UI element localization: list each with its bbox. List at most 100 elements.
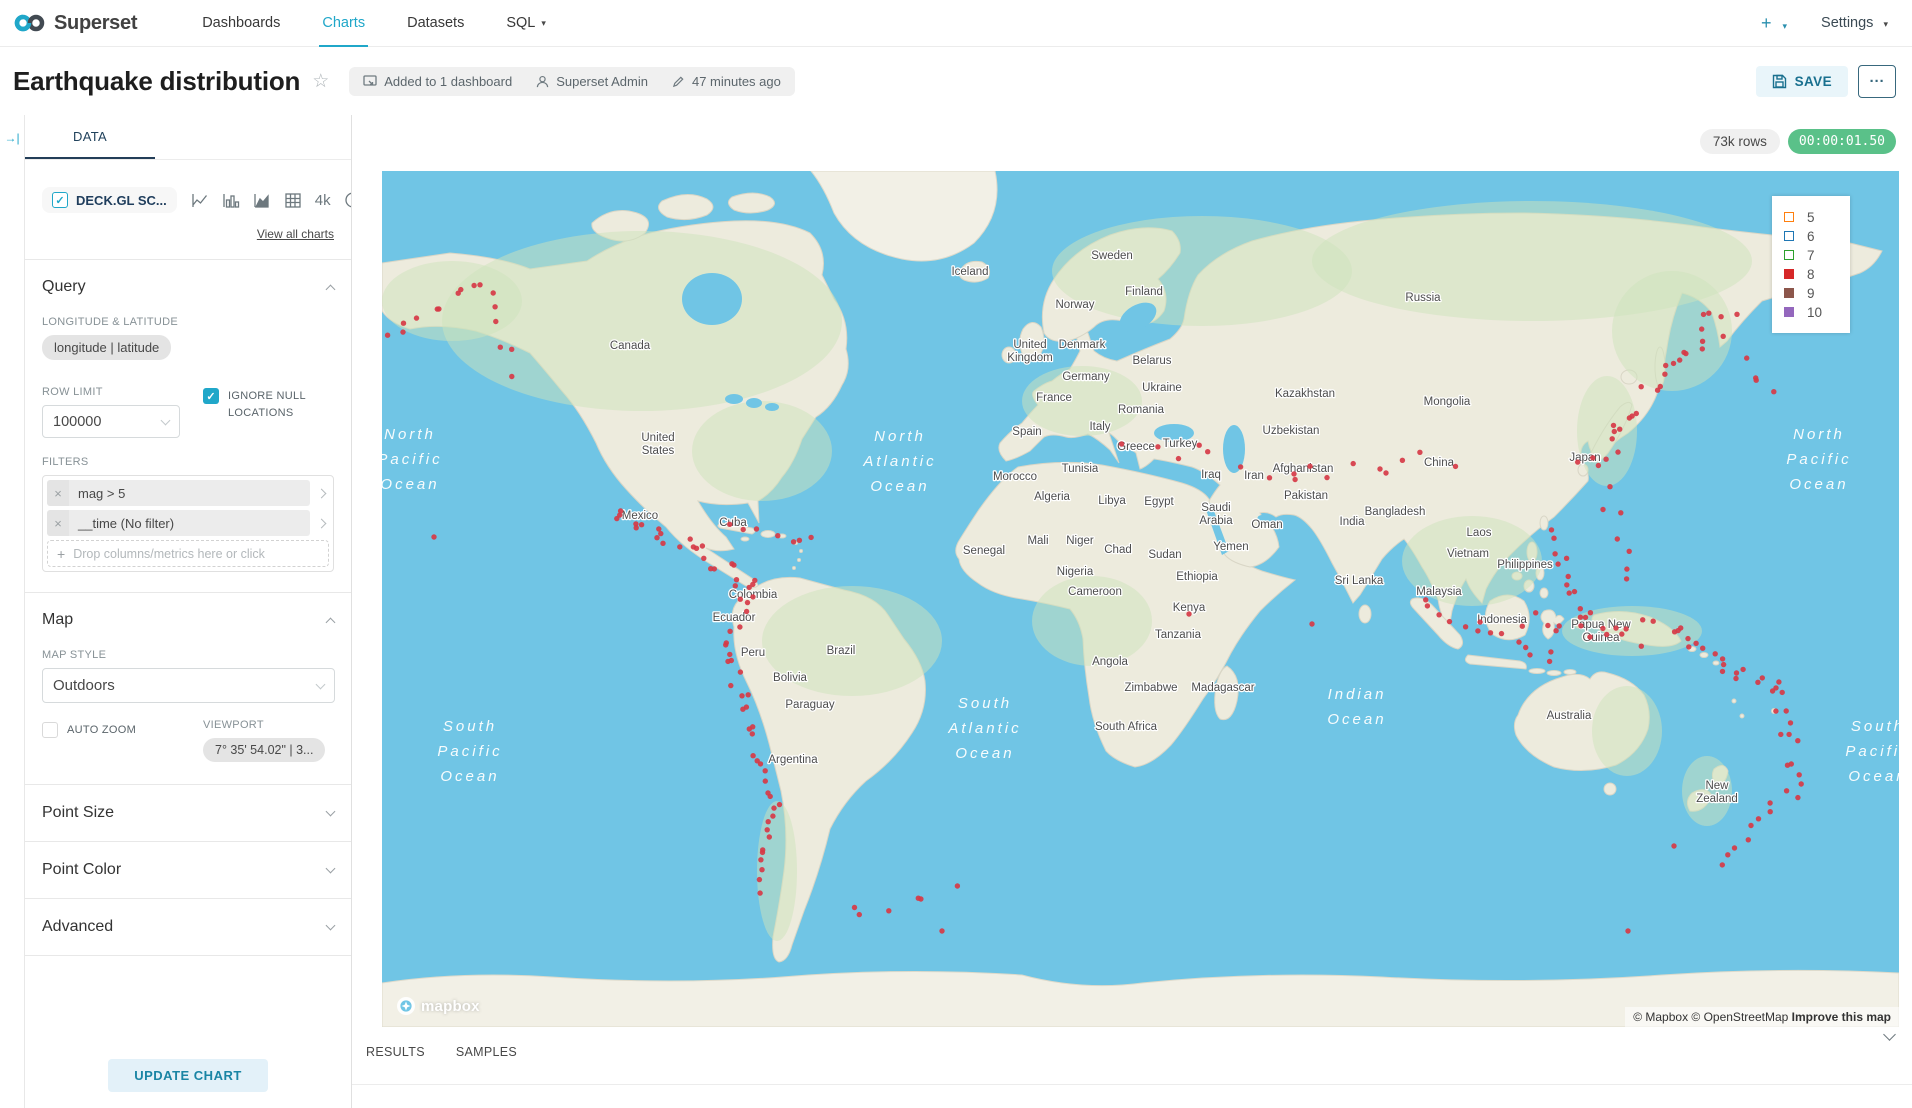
panel-tabbar: DATA bbox=[25, 115, 351, 160]
svg-text:Germany: Germany bbox=[1062, 371, 1110, 383]
nav-item-dashboards[interactable]: Dashboards bbox=[181, 0, 301, 47]
svg-text:Finland: Finland bbox=[1125, 286, 1163, 298]
svg-text:Egypt: Egypt bbox=[1144, 496, 1174, 508]
svg-text:Mongolia: Mongolia bbox=[1424, 396, 1471, 408]
lon-lat-label: LONGITUDE & LATITUDE bbox=[42, 316, 334, 328]
view-all-charts-link[interactable]: View all charts bbox=[257, 227, 334, 241]
legend-label: 5 bbox=[1807, 210, 1815, 225]
last-modified[interactable]: 47 minutes ago bbox=[672, 74, 781, 89]
mapbox-logo[interactable]: mapbox bbox=[396, 996, 480, 1016]
svg-text:Canada: Canada bbox=[610, 340, 651, 352]
svg-text:Tunisia: Tunisia bbox=[1062, 463, 1099, 475]
tab-samples[interactable]: SAMPLES bbox=[456, 1045, 517, 1084]
svg-text:Libya: Libya bbox=[1098, 495, 1126, 507]
svg-text:South Africa: South Africa bbox=[1095, 721, 1158, 733]
chevron-down-icon: ▾ bbox=[1883, 19, 1888, 29]
expand-panel-icon[interactable]: →| bbox=[4, 131, 19, 145]
filter-chip[interactable]: ×mag > 5 bbox=[47, 480, 329, 506]
svg-text:Philippines: Philippines bbox=[1497, 559, 1553, 571]
svg-text:Russia: Russia bbox=[1405, 292, 1441, 304]
legend-label: 8 bbox=[1807, 267, 1815, 282]
viz-4k-icon[interactable]: 4k bbox=[315, 192, 331, 209]
svg-text:Kazakhstan: Kazakhstan bbox=[1275, 388, 1335, 400]
collapse-query-icon[interactable] bbox=[326, 284, 336, 294]
pie-chart-icon[interactable] bbox=[344, 191, 351, 209]
section-advanced[interactable]: Advanced bbox=[42, 899, 334, 955]
auto-zoom-checkbox[interactable] bbox=[42, 722, 58, 738]
magnitude-legend: 5678910 bbox=[1772, 196, 1850, 333]
page-title: Earthquake distribution bbox=[13, 66, 300, 97]
datasource-rail: →| bbox=[0, 115, 25, 1108]
svg-text:SouthAtlanticOcean: SouthAtlanticOcean bbox=[947, 695, 1021, 762]
nav-item-charts[interactable]: Charts bbox=[301, 0, 386, 47]
section-title: Point Size bbox=[42, 804, 114, 822]
svg-text:Ukraine: Ukraine bbox=[1142, 382, 1182, 394]
svg-text:Spain: Spain bbox=[1012, 426, 1041, 438]
svg-text:Belarus: Belarus bbox=[1133, 355, 1172, 367]
chevron-down-icon bbox=[161, 415, 171, 425]
chevron-right-icon bbox=[317, 518, 327, 528]
viewport-value-chip[interactable]: 7° 35' 54.02" | 3... bbox=[203, 738, 325, 762]
svg-text:Yemen: Yemen bbox=[1213, 541, 1248, 553]
remove-filter-icon[interactable]: × bbox=[47, 480, 69, 506]
ignore-null-checkbox[interactable]: ✓ bbox=[203, 388, 219, 404]
expand-results-icon[interactable] bbox=[1885, 1029, 1894, 1047]
map-style-select[interactable]: Outdoors bbox=[42, 668, 335, 703]
svg-text:Iraq: Iraq bbox=[1201, 469, 1221, 481]
remove-filter-icon[interactable]: × bbox=[47, 510, 69, 536]
plus-icon: + bbox=[57, 546, 65, 562]
filters-box: ×mag > 5×__time (No filter) + Drop colum… bbox=[42, 475, 334, 572]
superset-logo[interactable]: Superset bbox=[14, 12, 137, 35]
settings-menu[interactable]: Settings ▾ bbox=[1821, 15, 1888, 31]
svg-text:Peru: Peru bbox=[741, 647, 765, 659]
new-item-button[interactable]: + ▾ bbox=[1761, 13, 1787, 34]
section-title: Point Color bbox=[42, 861, 121, 879]
filter-chip[interactable]: ×__time (No filter) bbox=[47, 510, 329, 536]
tab-results[interactable]: RESULTS bbox=[366, 1045, 425, 1084]
chart-owner[interactable]: Superset Admin bbox=[536, 74, 648, 89]
bar-chart-icon[interactable] bbox=[222, 192, 240, 209]
chevron-down-icon: ▾ bbox=[1783, 21, 1788, 31]
svg-text:Australia: Australia bbox=[1547, 710, 1592, 722]
legend-label: 7 bbox=[1807, 248, 1815, 263]
filters-dropzone[interactable]: + Drop columns/metrics here or click bbox=[47, 540, 329, 567]
legend-item: 7 bbox=[1784, 248, 1838, 262]
svg-text:NorthPacificOcean: NorthPacificOcean bbox=[1786, 426, 1851, 493]
nav-item-datasets[interactable]: Datasets bbox=[386, 0, 485, 47]
viz-type-chip[interactable]: ✓ DECK.GL SC... bbox=[42, 187, 177, 213]
legend-swatch-icon bbox=[1784, 212, 1794, 222]
more-options-button[interactable]: ··· bbox=[1858, 65, 1896, 98]
control-panel: DATA ✓ DECK.GL SC... 4k View all charts bbox=[25, 115, 352, 1108]
save-button[interactable]: SAVE bbox=[1756, 66, 1848, 97]
section-point-color[interactable]: Point Color bbox=[42, 842, 334, 898]
collapse-map-icon[interactable] bbox=[326, 617, 336, 627]
chevron-down-icon bbox=[326, 864, 336, 874]
svg-text:Indonesia: Indonesia bbox=[1477, 614, 1527, 626]
area-chart-icon[interactable] bbox=[253, 192, 271, 209]
svg-text:Sweden: Sweden bbox=[1091, 250, 1133, 262]
nav-item-sql[interactable]: SQL▾ bbox=[485, 0, 567, 47]
dashboard-icon bbox=[363, 74, 377, 88]
svg-text:UnitedKingdom: UnitedKingdom bbox=[1007, 339, 1052, 364]
tab-data[interactable]: DATA bbox=[25, 115, 155, 159]
deckgl-map[interactable]: NorthPacificOcean NorthAtlanticOcean South… bbox=[382, 171, 1899, 1027]
line-chart-icon[interactable] bbox=[191, 192, 209, 209]
dashboard-count[interactable]: Added to 1 dashboard bbox=[363, 74, 512, 89]
section-point-size[interactable]: Point Size bbox=[42, 785, 334, 841]
top-navbar: Superset DashboardsChartsDatasetsSQL▾ + … bbox=[0, 0, 1912, 47]
update-chart-button[interactable]: UPDATE CHART bbox=[108, 1059, 268, 1092]
lon-lat-value-chip[interactable]: longitude | latitude bbox=[42, 335, 171, 360]
svg-text:Romania: Romania bbox=[1118, 404, 1165, 416]
svg-text:SaudiArabia: SaudiArabia bbox=[1199, 502, 1233, 527]
svg-text:India: India bbox=[1340, 516, 1366, 528]
save-icon bbox=[1772, 74, 1787, 89]
filter-label: __time (No filter) bbox=[69, 510, 310, 536]
svg-text:Ethiopia: Ethiopia bbox=[1176, 571, 1218, 583]
svg-text:Denmark: Denmark bbox=[1059, 339, 1106, 351]
table-chart-icon[interactable] bbox=[284, 192, 302, 209]
row-limit-select[interactable]: 100000 bbox=[42, 405, 180, 438]
improve-map-link[interactable]: Improve this map bbox=[1792, 1010, 1891, 1024]
svg-text:NorthAtlanticOcean: NorthAtlanticOcean bbox=[862, 428, 936, 495]
favorite-star-icon[interactable]: ☆ bbox=[312, 70, 329, 93]
legend-swatch-icon bbox=[1784, 250, 1794, 260]
